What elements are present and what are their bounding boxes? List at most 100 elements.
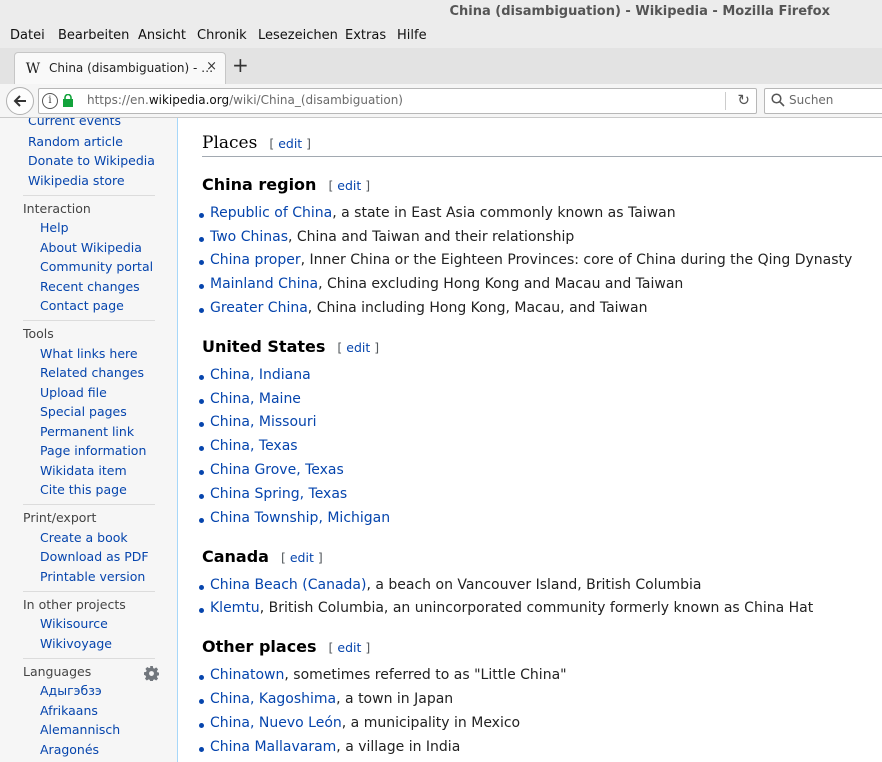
list-item-link[interactable]: Greater China [210, 300, 308, 316]
list-item-text: , British Columbia, an unincorporated co… [259, 600, 814, 616]
sidebar-item-page-information[interactable]: Page information [40, 443, 146, 458]
sidebar-heading-interaction: Interaction [23, 201, 91, 216]
sidebar-item-lang-alemannisch[interactable]: Alemannisch [40, 722, 120, 737]
sidebar-item-create-book[interactable]: Create a book [40, 530, 128, 545]
tab-title: China (disambiguation) - … [49, 61, 214, 75]
list-item-text: , sometimes referred to as "Little China… [284, 667, 567, 683]
list-item-link[interactable]: China proper [210, 252, 301, 268]
list-item-text: , Inner China or the Eighteen Provinces:… [300, 252, 853, 268]
list-item: Republic of China, a state in East Asia … [199, 205, 676, 221]
reload-icon[interactable]: ↻ [737, 91, 750, 109]
sidebar-item-related-changes[interactable]: Related changes [40, 365, 144, 380]
edit-link[interactable]: edit [337, 178, 361, 193]
sidebar-item-lang-adyghe[interactable]: Адыгэбзэ [40, 683, 102, 698]
heading-canada-text: Canada [202, 547, 269, 566]
list-item: Mainland China, China excluding Hong Kon… [198, 276, 683, 292]
sidebar-item-contact[interactable]: Contact page [40, 298, 124, 313]
list-item-link[interactable]: Republic of China [210, 205, 332, 221]
list-item-link[interactable]: China, Kagoshima [210, 691, 336, 707]
sidebar-item-cite-page[interactable]: Cite this page [40, 482, 127, 497]
list-item: China Grove, Texas [199, 462, 344, 478]
list-item-link[interactable]: China Spring, Texas [210, 486, 347, 502]
sidebar-item-recent-changes[interactable]: Recent changes [40, 279, 140, 294]
secure-lock-icon [63, 94, 73, 107]
tab-china-disambiguation[interactable]: W China (disambiguation) - … × [14, 52, 226, 85]
list-item-link[interactable]: China, Maine [210, 391, 301, 407]
sidebar-item-current-events[interactable]: Current events [28, 118, 121, 128]
search-icon [771, 93, 785, 107]
edit-section-united-states: [ edit ] [337, 340, 380, 355]
sidebar-item-random-article[interactable]: Random article [28, 134, 123, 149]
list-item-link[interactable]: Two Chinas [210, 229, 288, 245]
sidebar-item-upload-file[interactable]: Upload file [40, 385, 107, 400]
list-item-link[interactable]: China, Missouri [210, 414, 317, 430]
sidebar-divider [23, 658, 155, 659]
sidebar-item-help[interactable]: Help [40, 220, 69, 235]
sidebar-item-permanent-link[interactable]: Permanent link [40, 424, 134, 439]
sidebar-heading-tools: Tools [23, 326, 54, 341]
url-separator [725, 92, 726, 110]
window-title: China (disambiguation) - Wikipedia - Moz… [449, 4, 830, 19]
heading-rule [202, 156, 882, 157]
list-item-link[interactable]: Chinatown [210, 667, 284, 683]
sidebar-item-community-portal[interactable]: Community portal [40, 259, 153, 274]
url-bar[interactable]: i https://en.wikipedia.org/wiki/China_(d… [38, 88, 757, 114]
list-item-link[interactable]: China Grove, Texas [210, 462, 344, 478]
list-item-link[interactable]: China Township, Michigan [210, 510, 390, 526]
list-item: China Township, Michigan [198, 510, 390, 526]
menu-extras[interactable]: Extras [345, 28, 386, 43]
sidebar-heading-other-projects: In other projects [23, 597, 126, 612]
edit-link[interactable]: edit [290, 550, 314, 565]
menu-hilfe[interactable]: Hilfe [397, 28, 427, 43]
list-item-link[interactable]: China Beach (Canada) [210, 577, 366, 593]
sidebar-item-printable-version[interactable]: Printable version [40, 569, 145, 584]
sidebar-item-store[interactable]: Wikipedia store [28, 173, 125, 188]
list-item: Klemtu, British Columbia, an unincorpora… [198, 600, 814, 616]
edit-link[interactable]: edit [346, 340, 370, 355]
new-tab-button[interactable]: + [232, 54, 249, 76]
search-bar[interactable]: Suchen [764, 88, 882, 114]
menu-ansicht[interactable]: Ansicht [138, 28, 186, 43]
sidebar-item-about[interactable]: About Wikipedia [40, 240, 142, 255]
list-item-link[interactable]: China, Nuevo León [210, 715, 342, 731]
url-domain: wikipedia.org [148, 93, 230, 107]
tab-close-icon[interactable]: × [206, 59, 217, 74]
list-item-link[interactable]: China Mallavaram [210, 739, 336, 755]
language-settings-gear-icon[interactable] [144, 666, 159, 681]
heading-places: Places [ edit ] [202, 133, 311, 153]
sidebar-divider [23, 320, 155, 321]
sidebar-heading-languages: Languages [23, 664, 92, 679]
list-item: China proper, Inner China or the Eightee… [198, 252, 853, 268]
edit-section-china-region: [ edit ] [328, 178, 371, 193]
sidebar-item-donate[interactable]: Donate to Wikipedia [28, 153, 155, 168]
heading-other-places-text: Other places [202, 637, 317, 656]
sidebar-item-download-pdf[interactable]: Download as PDF [40, 549, 149, 564]
wiki-sidebar: Current events Random article Donate to … [0, 118, 178, 762]
list-item: China Spring, Texas [198, 486, 347, 502]
sidebar-divider [23, 591, 155, 592]
menu-bearbeiten[interactable]: Bearbeiten [58, 28, 129, 43]
sidebar-item-wikivoyage[interactable]: Wikivoyage [40, 636, 112, 651]
list-item-link[interactable]: Klemtu [210, 600, 260, 616]
sidebar-item-wikisource[interactable]: Wikisource [40, 616, 108, 631]
sidebar-item-what-links-here[interactable]: What links here [40, 346, 138, 361]
back-button[interactable] [6, 87, 34, 115]
list-item-link[interactable]: China, Indiana [210, 367, 311, 383]
site-info-icon[interactable]: i [42, 93, 58, 109]
url-text[interactable]: https://en.wikipedia.org/wiki/China_(dis… [87, 93, 403, 107]
list-item-link[interactable]: Mainland China [210, 276, 318, 292]
sidebar-item-special-pages[interactable]: Special pages [40, 404, 127, 419]
menu-lesezeichen[interactable]: Lesezeichen [258, 28, 338, 43]
sidebar-item-wikidata-item[interactable]: Wikidata item [40, 463, 127, 478]
sidebar-item-lang-aragones[interactable]: Aragonés [40, 742, 99, 757]
menu-chronik[interactable]: Chronik [197, 28, 247, 43]
sidebar-item-lang-afrikaans[interactable]: Afrikaans [40, 703, 98, 718]
url-prefix: https://en. [87, 93, 149, 107]
heading-united-states-text: United States [202, 337, 326, 356]
back-arrow-icon [13, 95, 26, 107]
list-item-link[interactable]: China, Texas [210, 438, 298, 454]
list-item-text: , a village in India [336, 739, 461, 755]
menu-datei[interactable]: Datei [10, 28, 45, 43]
edit-link[interactable]: edit [337, 640, 361, 655]
edit-link[interactable]: edit [278, 136, 302, 151]
